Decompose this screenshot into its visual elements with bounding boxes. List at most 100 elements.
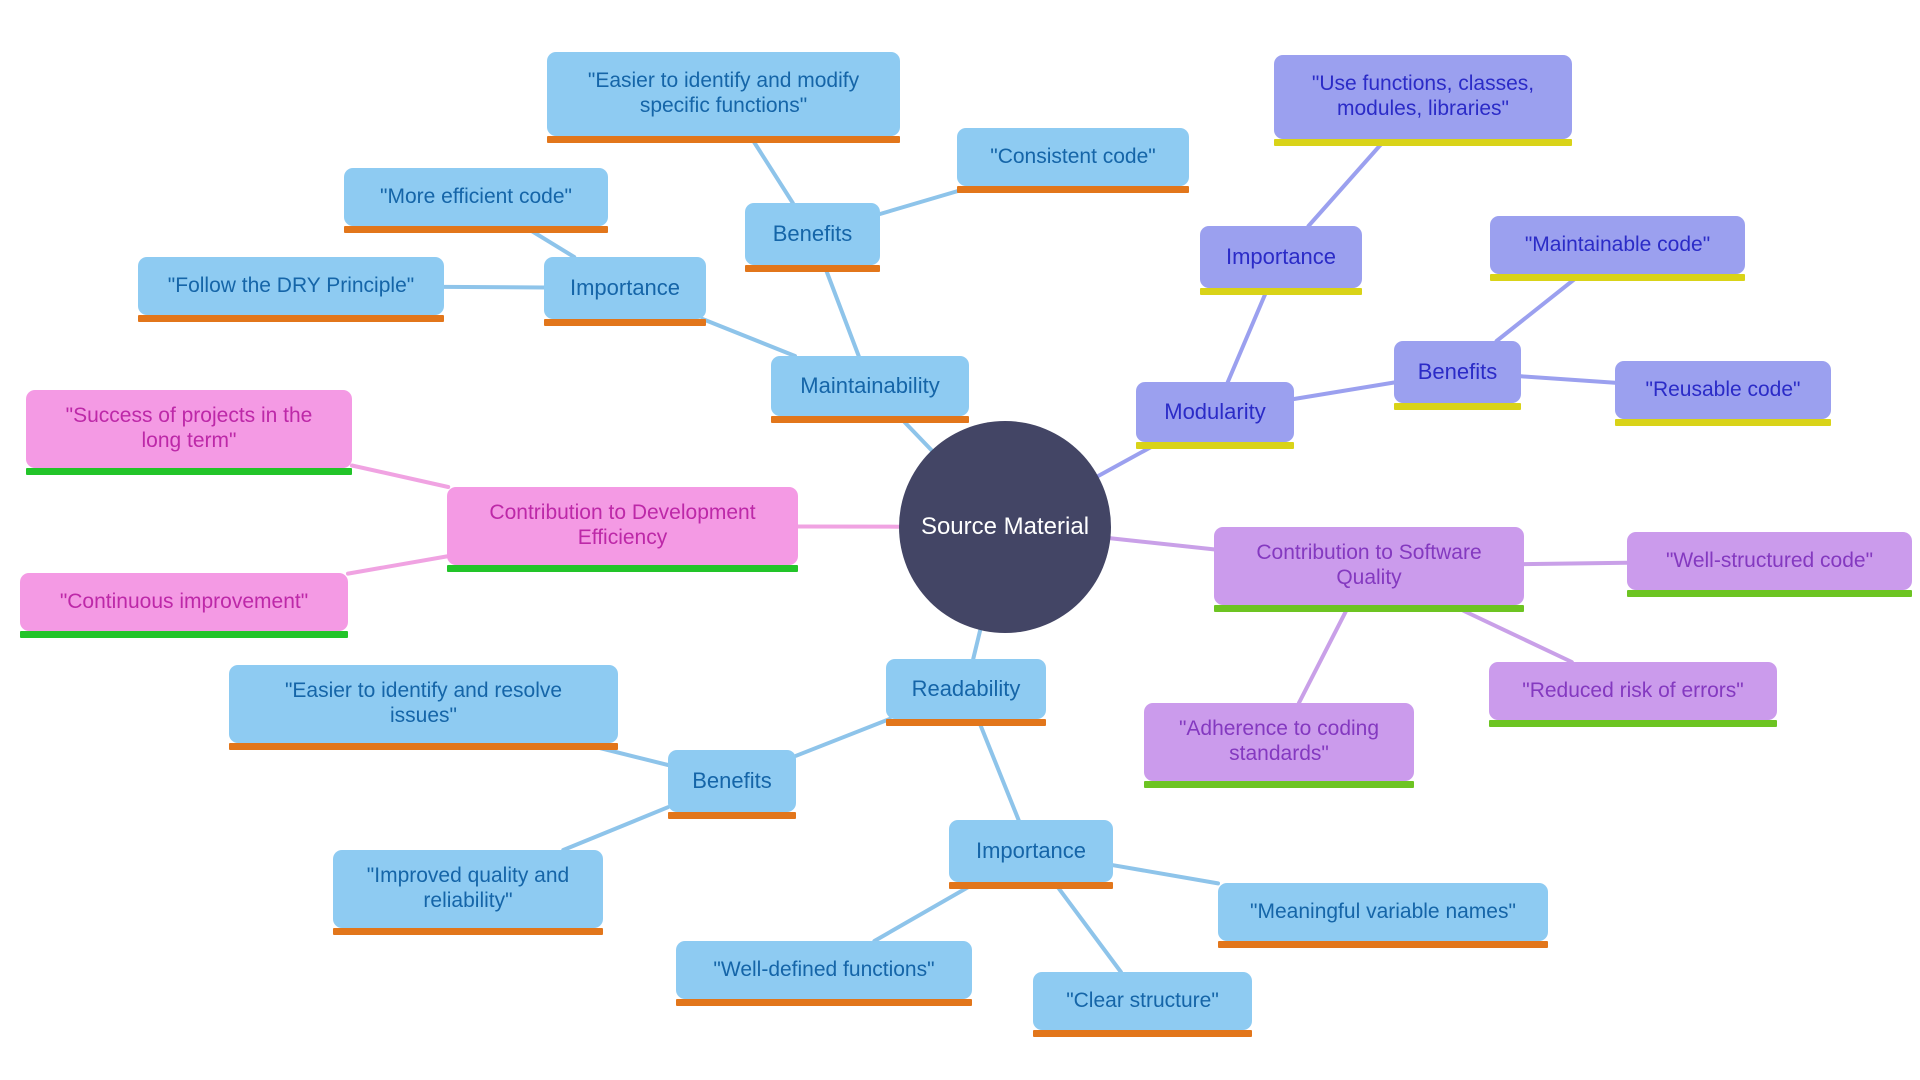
- mindmap-canvas: Maintainability Benefits Importance "Easier…: [0, 0, 1920, 1080]
- node-label-maintainability: Maintainability: [800, 373, 940, 399]
- node-underline-mod_importance: [1200, 288, 1362, 295]
- node-m_importance[interactable]: Importance: [544, 257, 706, 326]
- node-mod_maintainable[interactable]: "Maintainable code": [1490, 216, 1745, 281]
- node-underline-r_benefits: [668, 812, 796, 819]
- node-label-pk_success: "Success of projects in the long term": [65, 404, 313, 452]
- node-underline-m_more_efficient: [344, 226, 608, 233]
- node-r_meaningful_vars[interactable]: "Meaningful variable names": [1218, 883, 1548, 948]
- node-vi_reduced_risk[interactable]: "Reduced risk of errors": [1489, 662, 1777, 727]
- node-vi_adherence[interactable]: "Adherence to coding standards": [1144, 703, 1414, 788]
- node-m_benefits[interactable]: Benefits: [745, 203, 880, 272]
- edge-r_importance-to-r_well_defined: [872, 880, 980, 943]
- node-underline-contrib_dev_eff: [447, 565, 798, 572]
- node-r_improved_quality[interactable]: "Improved quality and reliability": [333, 850, 603, 935]
- node-label-m_consistent_code: "Consistent code": [990, 144, 1156, 168]
- edge-contrib_sw_quality-to-vi_reduced_risk: [1449, 603, 1574, 664]
- edge-maintainability-to-m_benefits: [822, 263, 861, 358]
- node-underline-mod_benefits: [1394, 403, 1521, 410]
- edge-readability-to-r_importance: [976, 717, 1021, 822]
- edge-contrib_dev_eff-to-pk_continuous: [346, 554, 449, 576]
- node-r_easier_resolve[interactable]: "Easier to identify and resolve issues": [229, 665, 618, 750]
- edge-contrib_sw_quality-to-vi_adherence: [1296, 603, 1352, 705]
- node-readability[interactable]: Readability: [886, 659, 1046, 726]
- node-vi_well_structured[interactable]: "Well-structured code": [1627, 532, 1912, 597]
- edge-modularity-to-mod_importance: [1225, 286, 1270, 384]
- edge-mod_benefits-to-mod_maintainable: [1494, 272, 1583, 343]
- edge-mod_importance-to-mod_use_functions: [1306, 137, 1388, 228]
- node-underline-maintainability: [771, 416, 969, 423]
- node-underline-vi_adherence: [1144, 781, 1414, 788]
- node-label-mod_benefits: Benefits: [1417, 359, 1498, 385]
- node-underline-readability: [886, 719, 1046, 726]
- node-maintainability[interactable]: Maintainability: [771, 356, 969, 423]
- edge-m_benefits-to-m_easier_modify: [748, 134, 795, 205]
- node-r_importance[interactable]: Importance: [949, 820, 1113, 889]
- edge-contrib_dev_eff-to-pk_success: [350, 463, 451, 489]
- node-label-contrib_sw_quality: Contribution to Software Quality: [1256, 541, 1482, 589]
- node-pk_success[interactable]: "Success of projects in the long term": [26, 390, 352, 475]
- edge-maintainability-to-m_importance: [700, 317, 797, 358]
- edge-readability-to-r_benefits: [794, 717, 892, 758]
- node-mod_use_functions[interactable]: "Use functions, classes, modules, librar…: [1274, 55, 1572, 146]
- node-modularity[interactable]: Modularity: [1136, 382, 1294, 449]
- edge-contrib_sw_quality-to-vi_well_structured: [1522, 560, 1629, 567]
- edge-r_importance-to-r_meaningful_vars: [1111, 863, 1220, 886]
- node-label-r_meaningful_vars: "Meaningful variable names": [1250, 899, 1516, 923]
- node-underline-pk_continuous: [20, 631, 348, 638]
- node-label-r_easier_resolve: "Easier to identify and resolve issues": [284, 679, 563, 727]
- node-label-r_improved_quality: "Improved quality and reliability": [366, 864, 570, 912]
- edge-mod_benefits-to-mod_reusable: [1519, 374, 1617, 385]
- node-underline-m_importance: [544, 319, 706, 326]
- node-label-m_dry: "Follow the DRY Principle": [167, 273, 415, 297]
- node-label-vi_reduced_risk: "Reduced risk of errors": [1522, 678, 1744, 702]
- node-underline-m_consistent_code: [957, 186, 1189, 193]
- edge-center-to-readability: [971, 628, 983, 661]
- node-underline-contrib_sw_quality: [1214, 605, 1524, 612]
- node-pk_continuous[interactable]: "Continuous improvement": [20, 573, 348, 638]
- node-label-m_benefits: Benefits: [772, 221, 853, 247]
- node-underline-r_importance: [949, 882, 1113, 889]
- node-label-m_more_efficient: "More efficient code": [380, 184, 572, 208]
- node-label-mod_reusable: "Reusable code": [1645, 377, 1801, 401]
- node-m_more_efficient[interactable]: "More efficient code": [344, 168, 608, 233]
- node-m_dry[interactable]: "Follow the DRY Principle": [138, 257, 444, 322]
- edge-m_importance-to-m_dry: [442, 284, 546, 290]
- node-label-m_importance: Importance: [569, 275, 681, 301]
- node-underline-m_benefits: [745, 265, 880, 272]
- node-label-mod_importance: Importance: [1225, 244, 1337, 270]
- node-mod_reusable[interactable]: "Reusable code": [1615, 361, 1831, 426]
- node-contrib_dev_eff[interactable]: Contribution to Development Efficiency: [447, 487, 798, 572]
- node-label-vi_well_structured: "Well-structured code": [1665, 548, 1874, 572]
- node-label-r_clear_structure: "Clear structure": [1066, 988, 1219, 1012]
- node-label-contrib_dev_eff: Contribution to Development Efficiency: [489, 501, 756, 549]
- center-node-label: Source Material: [920, 513, 1090, 540]
- node-m_easier_modify[interactable]: "Easier to identify and modify specific …: [547, 52, 900, 143]
- node-label-r_benefits: Benefits: [692, 768, 772, 794]
- node-underline-m_easier_modify: [547, 136, 900, 143]
- node-mod_importance[interactable]: Importance: [1200, 226, 1362, 295]
- node-contrib_sw_quality[interactable]: Contribution to Software Quality: [1214, 527, 1524, 612]
- node-underline-mod_reusable: [1615, 419, 1831, 426]
- node-underline-r_easier_resolve: [229, 743, 618, 750]
- node-underline-pk_success: [26, 468, 352, 475]
- edge-r_benefits-to-r_improved_quality: [561, 805, 670, 852]
- node-r_clear_structure[interactable]: "Clear structure": [1033, 972, 1252, 1037]
- node-underline-r_meaningful_vars: [1218, 941, 1548, 948]
- edge-center-to-contrib_sw_quality: [1108, 536, 1216, 552]
- node-label-mod_use_functions: "Use functions, classes, modules, librar…: [1311, 72, 1535, 120]
- center-node-source-material[interactable]: Source Material: [899, 421, 1111, 633]
- node-underline-modularity: [1136, 442, 1294, 449]
- node-label-r_importance: Importance: [975, 838, 1087, 864]
- node-underline-mod_maintainable: [1490, 274, 1745, 281]
- node-r_benefits[interactable]: Benefits: [668, 750, 796, 819]
- node-label-vi_adherence: "Adherence to coding standards": [1178, 717, 1380, 765]
- node-m_consistent_code[interactable]: "Consistent code": [957, 128, 1189, 193]
- node-label-mod_maintainable: "Maintainable code": [1524, 232, 1711, 256]
- node-r_well_defined[interactable]: "Well-defined functions": [676, 941, 972, 1006]
- edge-modularity-to-mod_benefits: [1292, 380, 1396, 401]
- node-underline-mod_use_functions: [1274, 139, 1572, 146]
- node-label-r_well_defined: "Well-defined functions": [713, 957, 935, 981]
- node-underline-vi_well_structured: [1627, 590, 1912, 597]
- node-underline-r_improved_quality: [333, 928, 603, 935]
- node-mod_benefits[interactable]: Benefits: [1394, 341, 1521, 410]
